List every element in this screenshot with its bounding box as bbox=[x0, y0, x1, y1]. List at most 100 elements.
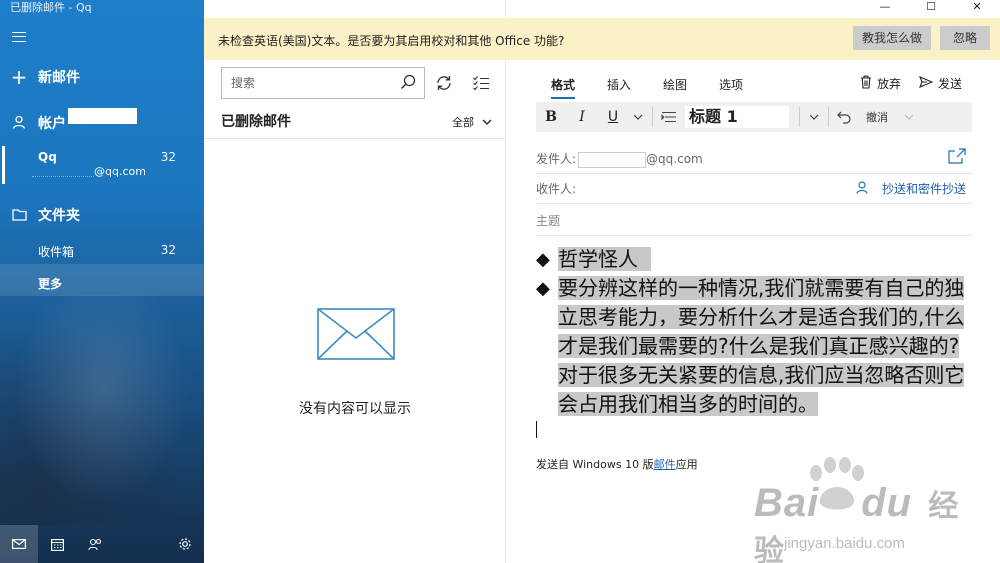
discard-label: 放弃 bbox=[877, 77, 902, 91]
select-mode-icon[interactable] bbox=[472, 74, 490, 92]
ignore-button[interactable]: 忽略 bbox=[940, 26, 990, 50]
watermark-brand: Bai bbox=[754, 481, 820, 525]
account-email: @qq.com bbox=[32, 165, 146, 178]
font-options-chevron-icon[interactable] bbox=[628, 102, 648, 132]
accounts-label: 帐户 bbox=[38, 116, 66, 132]
undo-button[interactable]: 撤消 bbox=[855, 102, 899, 132]
to-label: 收件人: bbox=[536, 182, 577, 196]
divider bbox=[204, 138, 506, 139]
toolbar-separator bbox=[799, 107, 800, 127]
subject-placeholder: 主题 bbox=[536, 214, 561, 228]
mail-app-link[interactable]: 邮件 bbox=[654, 458, 676, 471]
folders-header[interactable]: 文件夹 bbox=[0, 205, 204, 225]
signature-prefix: 发送自 Windows 10 版 bbox=[536, 458, 654, 471]
from-field[interactable]: 发件人: @qq.com bbox=[536, 142, 972, 174]
sync-icon[interactable] bbox=[435, 74, 453, 92]
proofing-info-bar: 未检查英语(美国)文本。是否要为其启用校对和其他 Office 功能? 教我怎么… bbox=[204, 18, 1000, 60]
menu-icon[interactable] bbox=[12, 32, 26, 42]
undo-chevron-down-icon[interactable] bbox=[899, 102, 919, 132]
calendar-icon[interactable] bbox=[38, 525, 76, 563]
ribbon-tabs: 格式 插入 绘图 选项 bbox=[551, 76, 775, 99]
bold-button[interactable]: B bbox=[536, 102, 566, 132]
popout-icon[interactable] bbox=[948, 148, 966, 167]
people-icon[interactable] bbox=[76, 525, 114, 563]
chevron-down-icon bbox=[482, 116, 492, 129]
tab-format[interactable]: 格式 bbox=[551, 76, 576, 99]
person-icon bbox=[856, 180, 868, 197]
plus-icon: + bbox=[10, 65, 28, 89]
toolbar-separator bbox=[652, 107, 653, 127]
new-mail-button[interactable]: + 新邮件 bbox=[0, 65, 204, 89]
watermark-brand-du: du bbox=[861, 481, 913, 525]
sidebar: 已删除邮件 - Qq + 新邮件 帐户 Qq 32 @qq.com 文件夹 收件… bbox=[0, 0, 204, 563]
close-button[interactable]: ✕ bbox=[954, 0, 1000, 16]
message-list-pane: 已删除邮件 全部 没有内容可以显示 bbox=[204, 0, 506, 563]
search-input[interactable] bbox=[231, 68, 401, 98]
body-line-1: 哲学怪人 bbox=[558, 247, 638, 271]
from-suffix: @qq.com bbox=[646, 152, 703, 166]
signature-suffix: 应用 bbox=[675, 458, 698, 471]
folders-label: 文件夹 bbox=[38, 208, 80, 224]
envelope-icon bbox=[317, 308, 395, 363]
from-label: 发件人: bbox=[536, 152, 577, 166]
send-label: 发送 bbox=[938, 77, 963, 91]
bottom-nav bbox=[0, 525, 204, 563]
body-bullet-2: ◆ 要分辨这样的一种情况,我们就需要有自己的独立思考能力，要分析什么才是适合我们… bbox=[536, 274, 976, 419]
paragraph-icon[interactable] bbox=[657, 102, 681, 132]
send-icon bbox=[919, 75, 934, 91]
trash-icon bbox=[860, 75, 872, 92]
filter-dropdown[interactable]: 全部 bbox=[452, 114, 492, 130]
search-box[interactable] bbox=[221, 67, 425, 99]
selection-indicator bbox=[2, 146, 5, 184]
info-message: 未检查英语(美国)文本。是否要为其启用校对和其他 Office 功能? bbox=[218, 34, 565, 48]
tab-insert[interactable]: 插入 bbox=[607, 76, 631, 99]
message-body[interactable]: ◆ 哲学怪人 ◆ 要分辨这样的一种情况,我们就需要有自己的独立思考能力，要分析什… bbox=[536, 245, 976, 419]
mail-icon[interactable] bbox=[0, 525, 38, 563]
account-email-suffix: @qq.com bbox=[94, 165, 146, 178]
account-unread-count: 32 bbox=[160, 150, 176, 164]
account-name: Qq bbox=[38, 150, 57, 164]
new-mail-label: 新邮件 bbox=[38, 70, 80, 86]
body-bullet-1: ◆ 哲学怪人 bbox=[536, 245, 976, 274]
background-image bbox=[0, 295, 204, 525]
diamond-bullet-icon: ◆ bbox=[536, 278, 550, 299]
folder-title: 已删除邮件 bbox=[221, 114, 291, 130]
tab-options[interactable]: 选项 bbox=[719, 76, 743, 99]
watermark-url: jingyan.baidu.com bbox=[784, 535, 905, 552]
window-controls: — ☐ ✕ bbox=[862, 0, 1000, 16]
baidu-jingyan-watermark: Bai du 经验 jingyan.baidu.com bbox=[754, 451, 988, 563]
person-icon bbox=[0, 114, 38, 133]
cc-bcc-label: 抄送和密件抄送 bbox=[881, 182, 966, 196]
search-icon[interactable] bbox=[400, 74, 416, 90]
maximize-button[interactable]: ☐ bbox=[908, 0, 954, 16]
undo-icon[interactable] bbox=[833, 102, 855, 132]
cc-bcc-button[interactable]: 抄送和密件抄送 bbox=[856, 180, 966, 197]
diamond-bullet-icon: ◆ bbox=[536, 249, 550, 270]
tab-draw[interactable]: 绘图 bbox=[663, 76, 687, 99]
italic-button[interactable]: I bbox=[566, 102, 598, 132]
format-toolbar: B I U 标题 1 撤消 bbox=[536, 102, 972, 132]
text-cursor bbox=[536, 421, 537, 438]
signature: 发送自 Windows 10 版邮件应用 bbox=[536, 456, 698, 472]
filter-label: 全部 bbox=[452, 116, 474, 129]
inbox-count: 32 bbox=[160, 243, 176, 257]
style-selector[interactable]: 标题 1 bbox=[685, 106, 789, 128]
empty-state-text: 没有内容可以显示 bbox=[299, 401, 411, 417]
folder-more[interactable]: 更多 bbox=[38, 275, 62, 292]
to-field[interactable]: 收件人: 抄送和密件抄送 bbox=[536, 174, 972, 204]
minimize-button[interactable]: — bbox=[862, 0, 908, 16]
toolbar-separator bbox=[828, 107, 829, 127]
folder-inbox[interactable]: 收件箱 bbox=[38, 243, 74, 260]
settings-gear-icon[interactable] bbox=[166, 525, 204, 563]
discard-button[interactable]: 放弃 bbox=[860, 75, 901, 92]
subject-field[interactable]: 主题 bbox=[536, 204, 972, 236]
redacted-from-address bbox=[578, 151, 647, 168]
underline-button[interactable]: U bbox=[598, 102, 628, 132]
send-button[interactable]: 发送 bbox=[919, 75, 962, 92]
style-chevron-down-icon[interactable] bbox=[804, 102, 824, 132]
folder-more-row[interactable] bbox=[0, 264, 204, 296]
teach-me-button[interactable]: 教我怎么做 bbox=[853, 26, 931, 50]
folder-icon bbox=[0, 206, 38, 225]
body-line-2: 要分辨这样的一种情况,我们就需要有自己的独立思考能力，要分析什么才是适合我们的,… bbox=[558, 276, 965, 416]
redacted-email bbox=[32, 165, 94, 177]
